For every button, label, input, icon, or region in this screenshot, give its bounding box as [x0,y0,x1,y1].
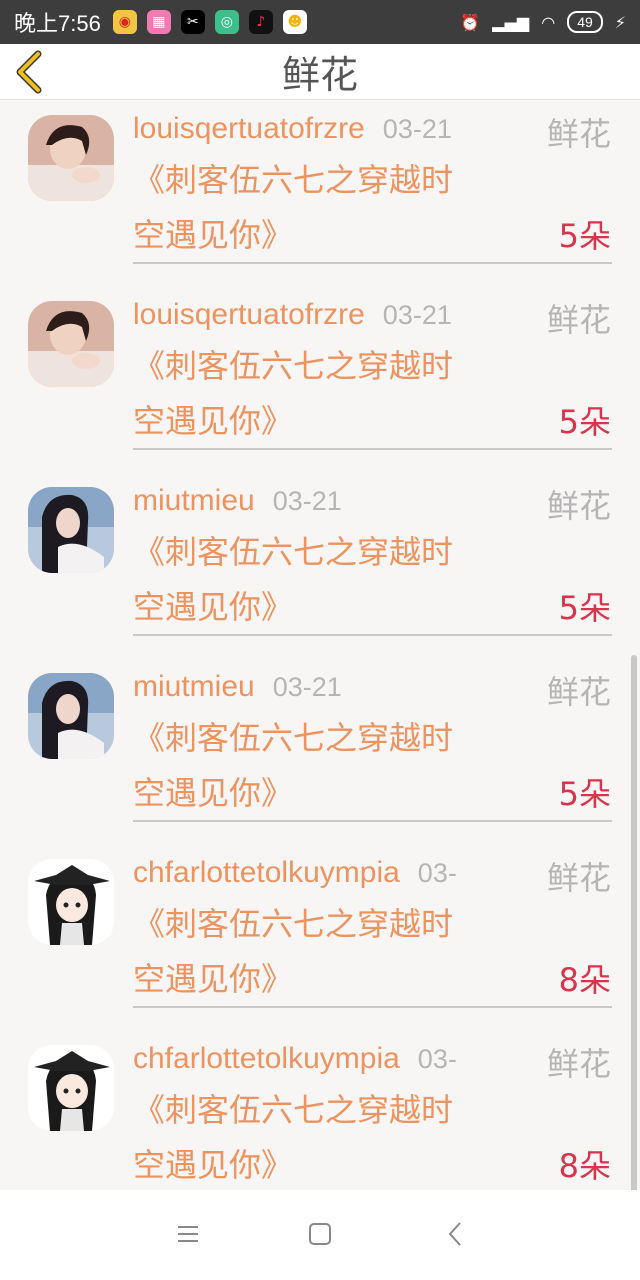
gift-date: 03-21 [382,299,452,330]
sender-username[interactable]: chfarlottetolkuympia [133,1042,400,1076]
avatar[interactable] [28,673,114,759]
status-indicators: ⏰ ▂▄▆ ◠ 49 ⚡ [460,11,626,33]
gift-date: 03-21 [272,671,342,702]
back-button[interactable] [14,44,58,100]
chevron-left-icon [16,50,42,94]
item-header: chfarlottetolkuympia 03- [133,1039,611,1079]
gift-date: 03-21 [272,485,342,516]
sender-username[interactable]: chfarlottetolkuympia [133,856,400,890]
sender-username[interactable]: louisqertuatofrzre [133,112,365,146]
list-item[interactable]: louisqertuatofrzre 03-21 鲜花 《刺客伍六七之穿越时 空… [0,100,640,264]
cell-signal-icon: ▂▄▆ [492,12,530,32]
sender-username[interactable]: louisqertuatofrzre [133,298,365,332]
gift-type: 鲜花 [544,481,611,527]
avatar[interactable] [28,487,114,573]
sender-username[interactable]: miutmieu [133,484,255,518]
work-title-line1[interactable]: 《刺客伍六七之穿越时 [133,155,453,201]
work-title-line1[interactable]: 《刺客伍六七之穿越时 [133,713,453,759]
signal-app-icon: ◎ [214,10,239,34]
gift-type: 鲜花 [544,295,611,341]
gift-date: 03- [417,1043,457,1074]
gift-date: 03-21 [382,113,452,144]
wifi-icon: ◠ [541,12,556,32]
item-header: miutmieu 03-21 [133,667,611,707]
avatar[interactable] [28,859,114,945]
title-bar: 鲜花 [0,44,640,100]
status-time: 晚上7:56 [14,11,101,36]
gift-type: 鲜花 [544,109,611,155]
item-header: louisqertuatofrzre 03-21 [133,109,611,149]
avatar[interactable] [28,301,114,387]
sender-username[interactable]: miutmieu [133,670,255,704]
avatar[interactable] [28,115,114,201]
work-title-line1[interactable]: 《刺客伍六七之穿越时 [133,341,453,387]
alarm-icon: ⏰ [460,12,481,32]
chat-app-icon: ☻ [282,10,307,34]
avatar[interactable] [28,1045,114,1131]
home-button[interactable] [298,1212,342,1256]
work-title-line1[interactable]: 《刺客伍六七之穿越时 [133,527,453,573]
menu-button[interactable] [166,1212,210,1256]
menu-icon [178,1226,198,1242]
work-title-line2[interactable]: 空遇见你》 [133,1140,293,1186]
status-app-icons: ◉ ▦ ✂ ◎ ♪ ☻ [112,10,307,34]
list-item[interactable]: miutmieu 03-21 鲜花 《刺客伍六七之穿越时 空遇见你》 5朵 [0,387,640,636]
list-item[interactable]: louisqertuatofrzre 03-21 鲜花 《刺客伍六七之穿越时 空… [0,201,640,450]
work-title-line1[interactable]: 《刺客伍六七之穿越时 [133,1085,453,1131]
item-header: chfarlottetolkuympia 03- [133,853,611,893]
gift-type: 鲜花 [544,853,611,899]
system-nav-bar [0,1190,640,1280]
list-item[interactable]: chfarlottetolkuympia 03- 鲜花 《刺客伍六七之穿越时 空… [0,945,640,1185]
capcut-icon: ✂ [180,10,205,34]
game-icon: ▦ [146,10,171,34]
home-icon [309,1223,331,1245]
scrollbar[interactable] [631,655,637,1190]
gift-record-list[interactable]: louisqertuatofrzre 03-21 鲜花 《刺客伍六七之穿越时 空… [0,100,640,1190]
charging-icon: ⚡ [614,12,626,32]
gift-count: 8朵 [558,1147,611,1185]
gift-type: 鲜花 [544,667,611,713]
gift-type: 鲜花 [544,1039,611,1085]
item-header: miutmieu 03-21 [133,481,611,521]
status-bar: 晚上7:56 ◉ ▦ ✂ ◎ ♪ ☻ ⏰ ▂▄▆ ◠ 49 ⚡ [0,0,640,44]
list-item[interactable]: miutmieu 03-21 鲜花 《刺客伍六七之穿越时 空遇见你》 5朵 [0,573,640,822]
item-header: louisqertuatofrzre 03-21 [133,295,611,335]
work-title-line1[interactable]: 《刺客伍六七之穿越时 [133,899,453,945]
weibo-icon: ◉ [112,10,137,34]
page-title: 鲜花 [281,53,358,97]
nav-back-button[interactable] [433,1212,477,1256]
gift-date: 03- [417,857,457,888]
battery-level: 49 [567,11,603,33]
tiktok-icon: ♪ [248,10,273,34]
back-icon [448,1222,461,1246]
list-item[interactable]: chfarlottetolkuympia 03- 鲜花 《刺客伍六七之穿越时 空… [0,759,640,1008]
